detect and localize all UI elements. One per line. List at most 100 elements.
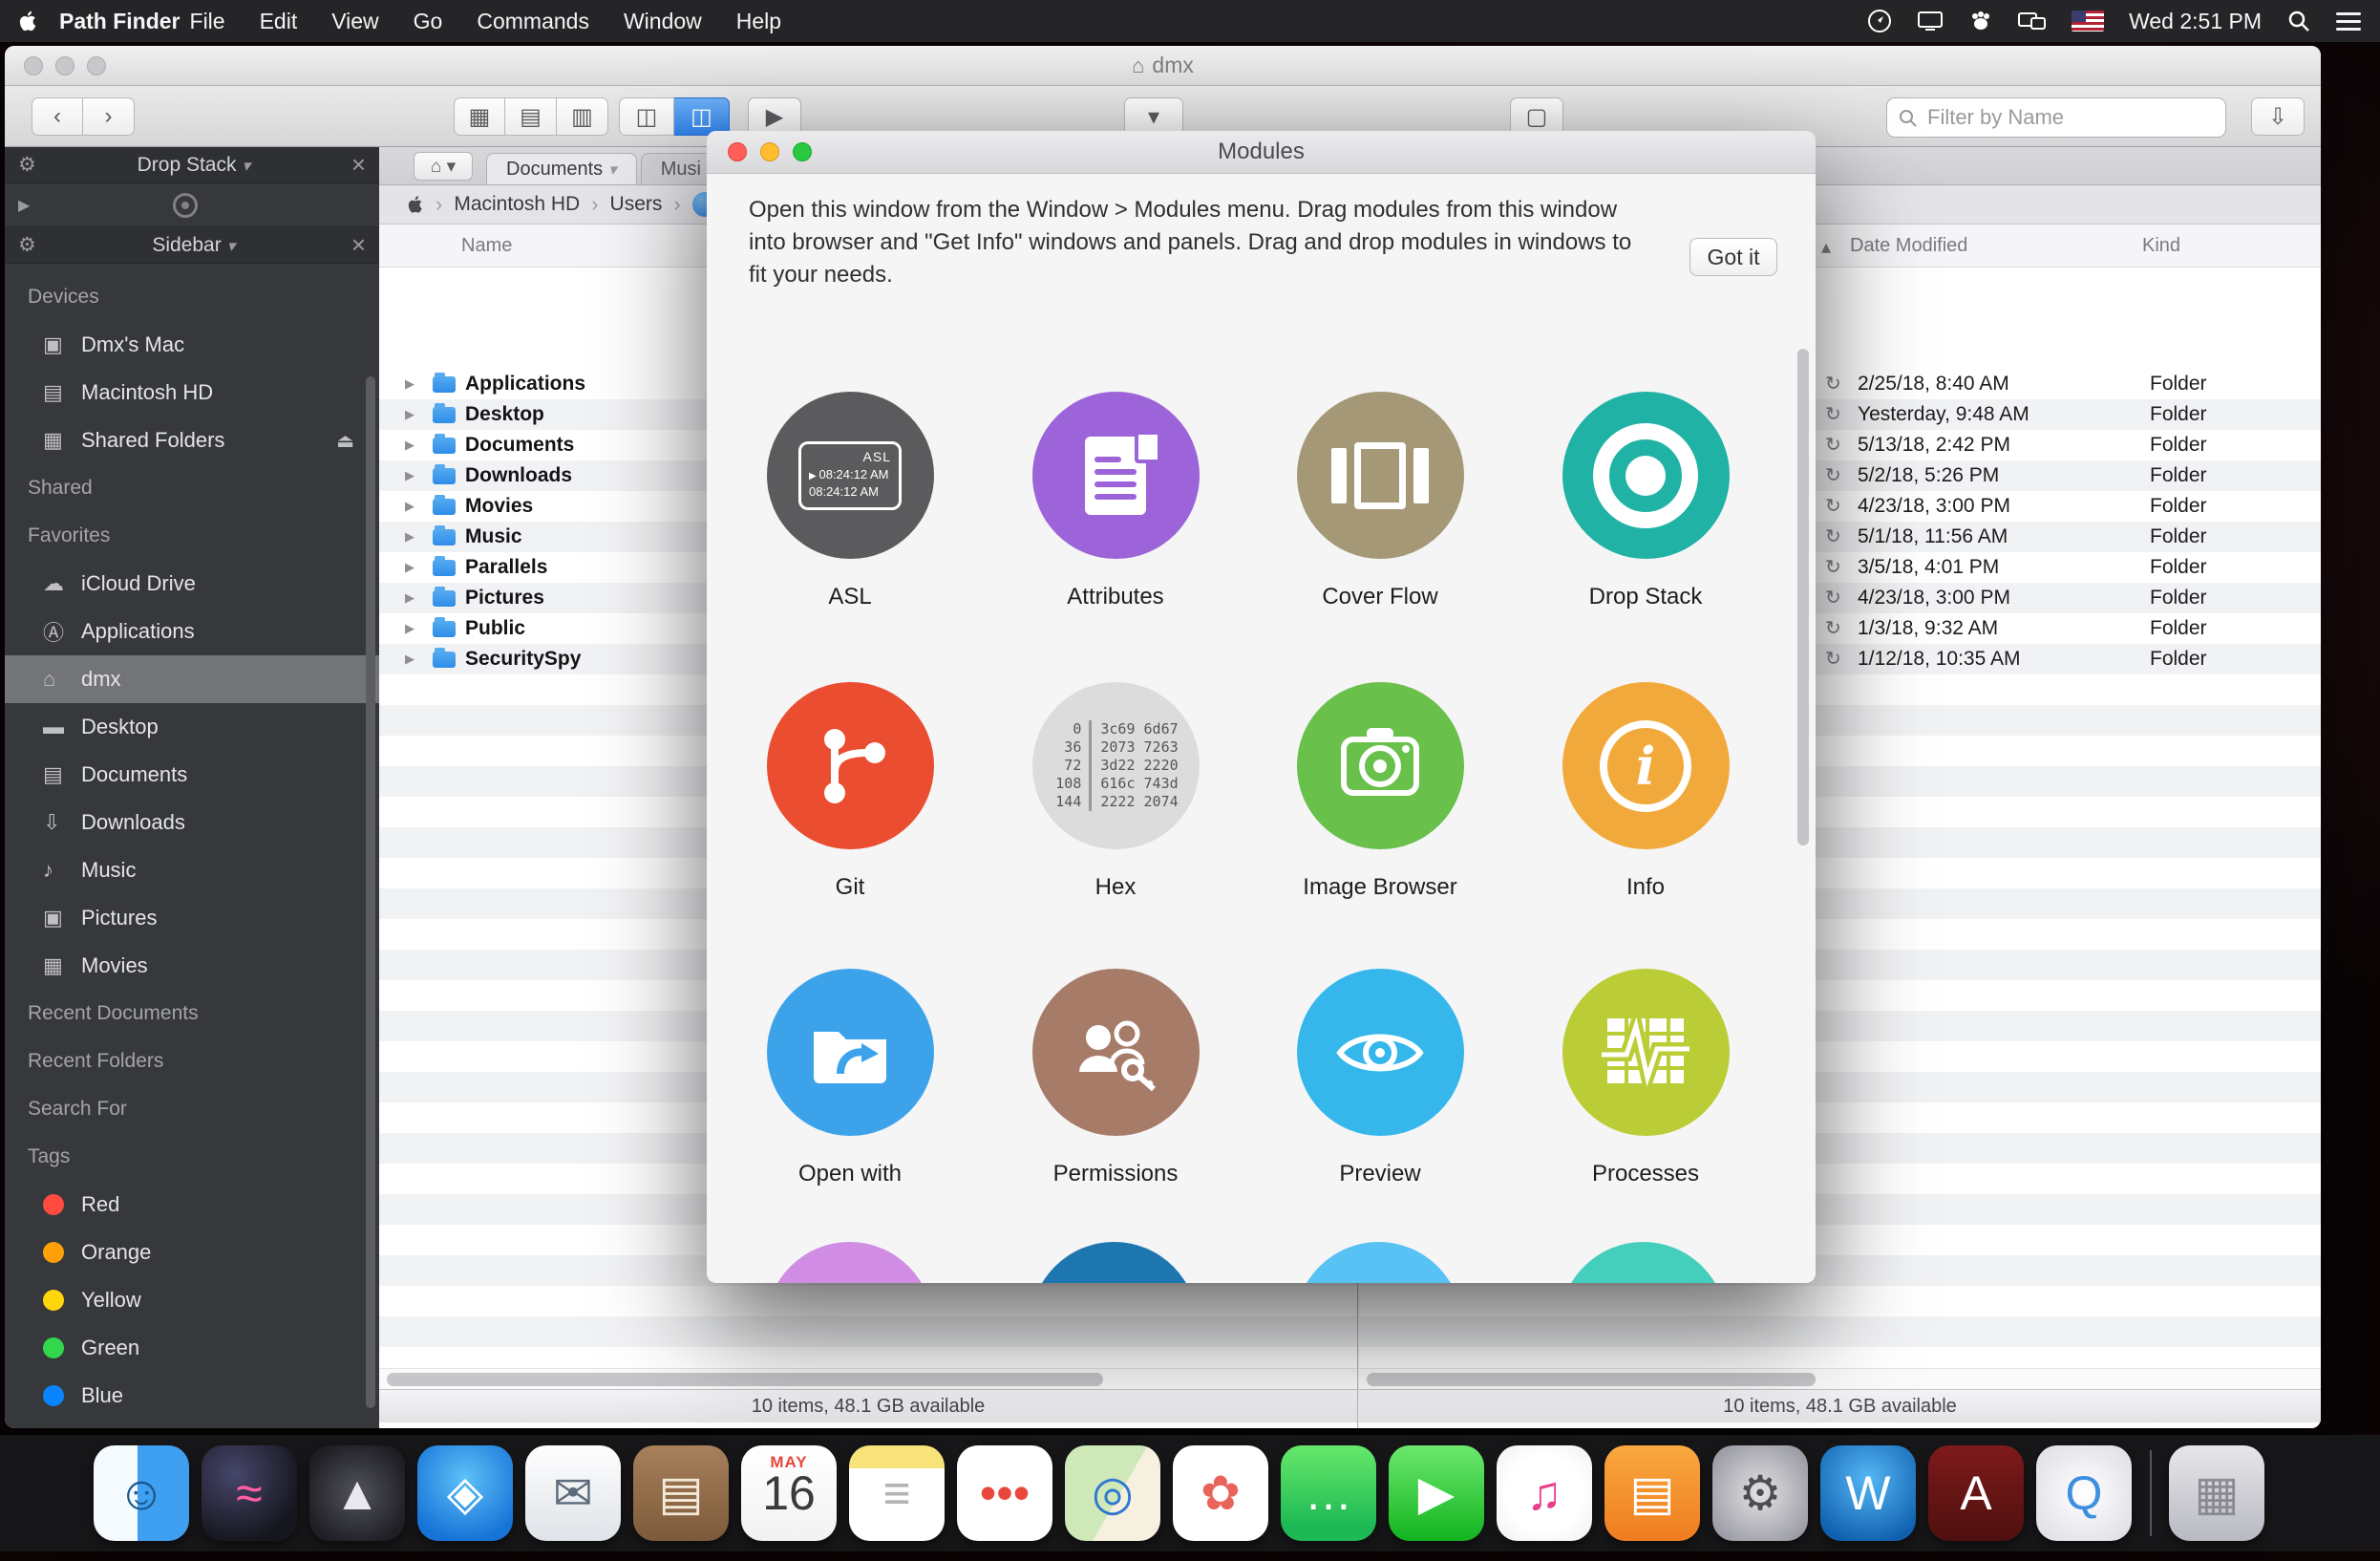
disclosure-icon[interactable] bbox=[405, 528, 433, 545]
module-icon-partial[interactable] bbox=[1295, 1242, 1462, 1283]
sidebar-panel-header[interactable]: Sidebar bbox=[5, 227, 379, 264]
module-processes[interactable]: Processes bbox=[1513, 969, 1778, 1187]
sidebar-item-favorite[interactable]: ▬ Desktop bbox=[5, 703, 379, 751]
menu-item[interactable]: Help bbox=[736, 9, 781, 34]
sidebar-item-favorite[interactable]: ▦ Movies bbox=[5, 942, 379, 990]
dock-icon[interactable]: ♫ bbox=[1497, 1445, 1592, 1541]
sidebar-item-favorite[interactable]: ⌂ dmx bbox=[5, 655, 379, 703]
dock-icon[interactable]: Q bbox=[2036, 1445, 2132, 1541]
menu-item[interactable]: View bbox=[331, 9, 378, 34]
disclosure-icon[interactable] bbox=[405, 406, 433, 423]
disclosure-icon[interactable] bbox=[405, 589, 433, 607]
info-page-button[interactable]: ▢ bbox=[1510, 97, 1563, 136]
disclosure-icon[interactable] bbox=[405, 375, 433, 393]
sidebar-item-favorite[interactable]: Ⓐ Applications bbox=[5, 608, 379, 655]
disclosure-icon[interactable] bbox=[18, 196, 30, 215]
scrollbar-thumb[interactable] bbox=[1367, 1373, 1816, 1386]
paw-icon[interactable] bbox=[1968, 10, 1993, 32]
dock-icon[interactable]: MAY 16 bbox=[741, 1445, 837, 1541]
module-image-browser[interactable]: Image Browser bbox=[1247, 682, 1513, 901]
module-icon-partial[interactable] bbox=[1560, 1242, 1727, 1283]
sidebar-item-tag[interactable]: Yellow bbox=[5, 1276, 379, 1324]
module-cover-flow[interactable]: Cover Flow bbox=[1247, 392, 1513, 610]
window-zoom-button[interactable] bbox=[87, 56, 106, 75]
sidebar-section-title[interactable]: Recent Folders bbox=[5, 1037, 379, 1085]
close-icon[interactable] bbox=[351, 152, 366, 178]
tab-documents[interactable]: Documents bbox=[486, 153, 637, 184]
sidebar-item-favorite[interactable]: ▣ Pictures bbox=[5, 894, 379, 942]
dialog-scrollbar[interactable] bbox=[1797, 349, 1809, 845]
dock-icon[interactable]: ▤ bbox=[633, 1445, 729, 1541]
module-info[interactable]: Info bbox=[1513, 682, 1778, 901]
menu-item[interactable]: Commands bbox=[477, 9, 589, 34]
breadcrumb-root[interactable] bbox=[408, 192, 454, 217]
sidebar-item-tag[interactable]: Red bbox=[5, 1181, 379, 1229]
horizontal-scrollbar[interactable] bbox=[379, 1368, 1357, 1389]
menu-item[interactable]: Go bbox=[414, 9, 443, 34]
horizontal-scrollbar[interactable] bbox=[1359, 1368, 2321, 1389]
dock-icon[interactable]: ▲ bbox=[309, 1445, 405, 1541]
dock-icon[interactable]: ◎ bbox=[1065, 1445, 1160, 1541]
column-header-date-modified[interactable]: Date Modified bbox=[1850, 235, 1967, 257]
disclosure-icon[interactable] bbox=[405, 437, 433, 454]
dock-icon[interactable]: A bbox=[1928, 1445, 2024, 1541]
menu-item[interactable]: Window bbox=[624, 9, 702, 34]
us-flag-input-icon[interactable] bbox=[2072, 11, 2104, 32]
column-header-name[interactable]: Name bbox=[461, 235, 512, 257]
notification-center-icon[interactable] bbox=[2336, 12, 2361, 15]
home-tab-button[interactable]: ⌂ ▾ bbox=[414, 152, 473, 181]
eject-icon[interactable]: ⏏ bbox=[336, 429, 354, 453]
sidebar-item-device[interactable]: ▦ Shared Folders ⏏ bbox=[5, 417, 379, 464]
filter-input[interactable] bbox=[1886, 97, 2226, 138]
sidebar-item-tag[interactable]: Purple bbox=[5, 1420, 379, 1428]
dock-icon[interactable]: ≡ bbox=[849, 1445, 945, 1541]
module-open-with[interactable]: Open with bbox=[717, 969, 983, 1187]
module-icon-partial[interactable] bbox=[1031, 1242, 1198, 1283]
column-header-kind[interactable]: Kind bbox=[2142, 235, 2180, 257]
dock-icon[interactable]: ▤ bbox=[1604, 1445, 1700, 1541]
sidebar-section-title[interactable]: Recent Documents bbox=[5, 990, 379, 1037]
sidebar-item-tag[interactable]: Orange bbox=[5, 1229, 379, 1276]
module-drop-stack[interactable]: Drop Stack bbox=[1513, 392, 1778, 610]
dual-pane-button[interactable]: ◫ bbox=[674, 97, 730, 136]
module-hex[interactable]: 03c69 6d67362073 7263723d22 2220108616c … bbox=[983, 682, 1248, 901]
modules-title-bar[interactable]: Modules bbox=[707, 131, 1816, 174]
gear-icon[interactable] bbox=[18, 153, 36, 177]
got-it-button[interactable]: Got it bbox=[1689, 238, 1777, 276]
sidebar-item-favorite[interactable]: ♪ Music bbox=[5, 846, 379, 894]
disclosure-icon[interactable] bbox=[405, 498, 433, 515]
breadcrumb[interactable]: Users bbox=[610, 192, 692, 217]
spotlight-search-icon[interactable] bbox=[2286, 9, 2311, 33]
display-icon[interactable] bbox=[1917, 10, 1944, 32]
module-preview[interactable]: Preview bbox=[1247, 969, 1513, 1187]
close-icon[interactable] bbox=[351, 232, 366, 258]
download-button[interactable]: ⇩ bbox=[2251, 97, 2305, 136]
dock-icon[interactable]: ◈ bbox=[417, 1445, 513, 1541]
location-icon[interactable] bbox=[1867, 9, 1892, 33]
menu-app-name[interactable]: Path Finder bbox=[59, 9, 181, 34]
menu-clock[interactable]: Wed 2:51 PM bbox=[2129, 9, 2262, 34]
list-view-button[interactable]: ▤ bbox=[505, 97, 557, 136]
sidebar-item-favorite[interactable]: ▤ Documents bbox=[5, 751, 379, 799]
dock-icon[interactable]: ☺ bbox=[94, 1445, 189, 1541]
drop-stack-header[interactable]: Drop Stack bbox=[5, 147, 379, 183]
view-options-dropdown[interactable]: ▾ bbox=[1124, 97, 1183, 136]
gear-icon[interactable] bbox=[18, 233, 36, 257]
dock-icon[interactable]: ✿ bbox=[1173, 1445, 1268, 1541]
dock-icon[interactable]: W bbox=[1820, 1445, 1916, 1541]
dock-icon[interactable]: … bbox=[1281, 1445, 1376, 1541]
window-minimize-button[interactable] bbox=[55, 56, 74, 75]
sidebar-item-favorite[interactable]: ☁ iCloud Drive bbox=[5, 560, 379, 608]
dialog-close-button[interactable] bbox=[728, 142, 747, 161]
module-git[interactable]: Git bbox=[717, 682, 983, 901]
sidebar-item-favorite[interactable]: ⇩ Downloads bbox=[5, 799, 379, 846]
menu-item[interactable]: Edit bbox=[260, 9, 298, 34]
column-view-button[interactable]: ▥ bbox=[557, 97, 608, 136]
disclosure-icon[interactable] bbox=[405, 559, 433, 576]
icon-view-button[interactable]: ▦ bbox=[454, 97, 505, 136]
window-close-button[interactable] bbox=[24, 56, 43, 75]
menu-item[interactable]: File bbox=[190, 9, 225, 34]
sidebar-section-title[interactable]: Search For bbox=[5, 1085, 379, 1133]
forward-button[interactable]: › bbox=[83, 97, 135, 136]
dock-icon[interactable]: ••• bbox=[957, 1445, 1052, 1541]
